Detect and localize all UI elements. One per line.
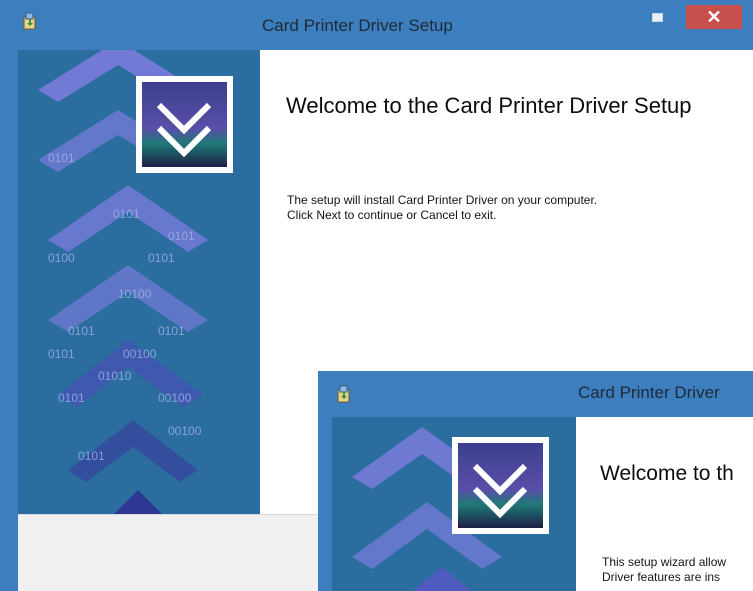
setup-window-secondary: Card Printer Driver Welcome to th This s…	[318, 371, 753, 591]
binary-text: 00100	[168, 424, 202, 438]
binary-text: 0101	[113, 207, 140, 221]
binary-text: 0101	[58, 391, 85, 405]
description-line: The setup will install Card Printer Driv…	[287, 193, 598, 207]
binary-text: 0101	[68, 324, 95, 338]
sidebar-art: 0101 0101 0101 0100 0101 10100 0101 0101…	[38, 50, 233, 514]
binary-text: 0100	[48, 251, 75, 265]
binary-text: 10100	[118, 287, 152, 301]
wizard-sidebar-banner	[332, 417, 576, 591]
binary-text: 0101	[78, 449, 105, 463]
close-button[interactable]: ✕	[686, 5, 742, 29]
binary-text: 01010	[98, 369, 132, 383]
description-line: Click Next to continue or Cancel to exit…	[287, 208, 497, 222]
window-title: Card Printer Driver Setup	[262, 16, 453, 35]
description-line: This setup wizard allow	[602, 555, 727, 569]
wizard-sidebar-banner: 0101 0101 0101 0100 0101 10100 0101 0101…	[18, 50, 260, 514]
binary-text: 0101	[148, 251, 175, 265]
description-line: Driver features are ins	[602, 570, 721, 584]
binary-text: 0101	[168, 229, 195, 243]
double-chevron-down-icon	[452, 437, 549, 534]
double-chevron-down-icon	[136, 76, 233, 173]
welcome-heading: Welcome to the Card Printer Driver Setup	[286, 93, 692, 118]
welcome-description: The setup will install Card Printer Driv…	[287, 193, 597, 223]
binary-text: 0101	[48, 151, 75, 165]
welcome-description: This setup wizard allow Driver features …	[602, 555, 726, 585]
title-bar[interactable]: Card Printer Driver Setup ✕	[0, 0, 753, 50]
binary-text: 00100	[123, 347, 157, 361]
close-icon: ✕	[706, 6, 722, 27]
minimize-icon	[651, 12, 663, 22]
window-title: Card Printer Driver	[578, 383, 720, 402]
sidebar-art	[352, 427, 549, 591]
binary-text: 0101	[48, 347, 75, 361]
minimize-button[interactable]	[640, 8, 674, 26]
welcome-heading: Welcome to th	[600, 462, 734, 485]
wizard-client-area: Welcome to th This setup wizard allow Dr…	[332, 417, 753, 591]
title-bar[interactable]: Card Printer Driver	[318, 371, 753, 417]
binary-text: 00100	[158, 391, 192, 405]
setup-installer-icon	[23, 12, 36, 30]
setup-installer-icon	[337, 385, 350, 403]
button-bar	[18, 514, 318, 591]
binary-text: 0101	[158, 324, 185, 338]
